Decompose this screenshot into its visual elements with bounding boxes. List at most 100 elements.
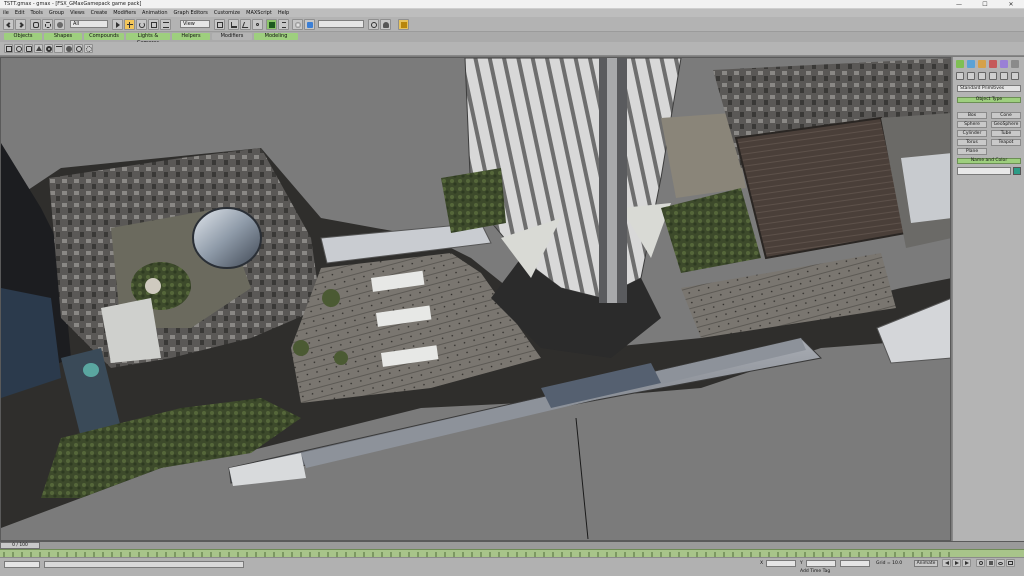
reference-coord-dropdown[interactable]: View [180,20,210,28]
minimize-button[interactable]: — [946,0,972,9]
z-coord-field[interactable] [840,560,870,567]
tube-button[interactable]: Tube [991,130,1021,137]
select-button[interactable] [112,19,123,30]
y-coord-field[interactable] [806,560,836,567]
x-coord-field[interactable] [766,560,796,567]
create-torus-button[interactable] [44,44,53,53]
tab-modeling[interactable]: Modeling [254,33,298,40]
bind-space-warp-button[interactable] [54,19,65,30]
track-bar[interactable] [0,549,1024,557]
maximize-button[interactable]: ☐ [972,0,998,9]
menu-animation[interactable]: Animation [139,9,171,17]
pivot-button[interactable] [214,19,225,30]
menu-views[interactable]: Views [67,9,87,17]
pan-button[interactable] [986,559,995,567]
menu-create[interactable]: Create [88,9,111,17]
add-time-tag[interactable]: Add Time Tag [800,569,830,574]
close-button[interactable]: ✕ [998,0,1024,9]
shapes-icon[interactable] [967,72,975,80]
geometry-icon[interactable] [956,72,964,80]
select-by-name-button[interactable] [160,19,171,30]
time-slider[interactable]: 0 / 100 [0,541,1024,549]
named-selection-dropdown[interactable] [318,20,364,28]
orbit-button[interactable] [996,559,1005,567]
garden-pavilion [145,278,161,294]
animate-button[interactable]: Animate [914,560,938,567]
quick-render-button[interactable] [398,19,409,30]
tab-lights-cameras[interactable]: Lights & Cameras [126,33,170,46]
move-button[interactable] [124,19,135,30]
zoom-button[interactable] [976,559,985,567]
cameras-icon[interactable] [989,72,997,80]
utilities-icon[interactable] [1011,60,1019,68]
cylinder-button[interactable]: Cylinder [957,130,987,137]
play-icon [954,561,959,565]
tab-shapes[interactable]: Shapes [44,33,82,40]
redo-button[interactable] [15,19,26,30]
helpers-icon[interactable] [1000,72,1008,80]
help-button[interactable] [368,19,379,30]
object-type-rollout[interactable]: Object Type [957,97,1021,103]
create-icon[interactable] [956,60,964,68]
mirror-button[interactable] [266,19,277,30]
percent-snap-button[interactable] [252,19,263,30]
menu-group[interactable]: Group [46,9,67,17]
menu-file[interactable]: ile [0,9,12,17]
menu-customize[interactable]: Customize [211,9,243,17]
menu-tools[interactable]: Tools [28,9,46,17]
object-color-swatch[interactable] [1013,167,1021,175]
perspective-viewport[interactable] [0,57,951,541]
time-slider-frame[interactable]: 0 / 100 [0,542,40,549]
create-cylinder-button[interactable] [24,44,33,53]
tab-helpers[interactable]: Helpers [172,33,210,40]
name-color-rollout[interactable]: Name and Color [957,158,1021,164]
menu-help[interactable]: Help [275,9,292,17]
object-name-field[interactable] [957,167,1011,175]
unlink-button[interactable] [42,19,53,30]
selection-filter-dropdown[interactable]: All [70,20,108,28]
create-tube-button[interactable] [74,44,83,53]
go-to-end-button[interactable] [962,559,971,567]
menu-maxscript[interactable]: MAXScript [243,9,275,17]
primitive-category-dropdown[interactable]: Standard Primitives [957,85,1021,92]
lights-icon[interactable] [978,72,986,80]
create-geosphere-button[interactable] [84,44,93,53]
teapot-button[interactable]: Teapot [991,139,1021,146]
create-sphere-button[interactable] [14,44,23,53]
tab-panel-bar: Objects Shapes Compounds Lights & Camera… [0,32,1024,46]
menu-modifiers[interactable]: Modifiers [110,9,139,17]
play-button[interactable] [952,559,961,567]
display-icon[interactable] [1000,60,1008,68]
spacewarps-icon[interactable] [1011,72,1019,80]
material-editor-button[interactable] [292,19,303,30]
geosphere-button[interactable]: GeoSphere [991,121,1021,128]
motion-icon[interactable] [989,60,997,68]
undo-button[interactable] [3,19,14,30]
sphere-button[interactable]: Sphere [957,121,987,128]
render-scene-button[interactable] [380,19,391,30]
modify-icon[interactable] [967,60,975,68]
cone-button[interactable]: Cone [991,112,1021,119]
create-teapot-button[interactable] [64,44,73,53]
snap-button[interactable] [228,19,239,30]
maximize-viewport-button[interactable] [1006,559,1015,567]
menu-graph-editors[interactable]: Graph Editors [171,9,211,17]
angle-snap-button[interactable] [240,19,251,30]
box-button[interactable]: Box [957,112,987,119]
link-button[interactable] [30,19,41,30]
menu-edit[interactable]: Edit [12,9,28,17]
rotate-button[interactable] [136,19,147,30]
tab-compounds[interactable]: Compounds [84,33,124,40]
torus-button[interactable]: Torus [957,139,987,146]
tab-modifiers[interactable]: Modifiers [212,33,252,40]
plane-button[interactable]: Plane [957,148,987,155]
create-cone-button[interactable] [34,44,43,53]
render-button[interactable] [304,19,315,30]
scale-button[interactable] [148,19,159,30]
create-plane-button[interactable] [54,44,63,53]
hierarchy-icon[interactable] [978,60,986,68]
create-box-button[interactable] [4,44,13,53]
align-button[interactable] [278,19,289,30]
tab-objects[interactable]: Objects [4,33,42,40]
go-to-start-button[interactable] [942,559,951,567]
